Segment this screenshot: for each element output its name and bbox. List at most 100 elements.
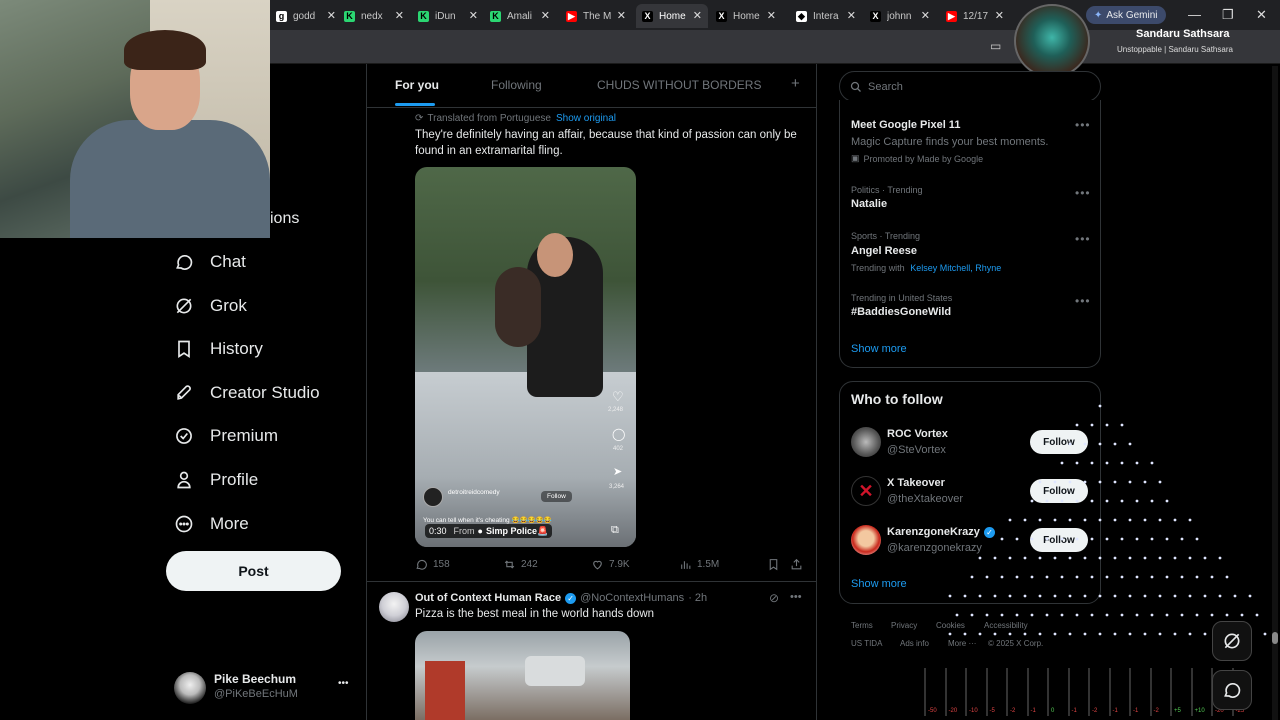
nav-item-grok[interactable]: Grok xyxy=(174,291,247,321)
messages-floating-button[interactable] xyxy=(1212,670,1252,710)
tab-close-icon[interactable]: ✕ xyxy=(995,9,1004,22)
post-button[interactable]: Post xyxy=(166,551,341,591)
mixer-meter xyxy=(965,668,967,716)
follow-name[interactable]: X Takeover xyxy=(887,477,945,489)
overlay-dot xyxy=(1143,518,1147,522)
like-action[interactable]: 7.9K xyxy=(591,558,630,571)
browser-tab[interactable]: ▶ The M ✕ xyxy=(560,4,632,28)
video-follow-button[interactable]: Follow xyxy=(541,491,572,502)
video-expand-icon[interactable]: ⧉ xyxy=(611,524,619,537)
tab-close-icon[interactable]: ✕ xyxy=(541,9,550,22)
trend-name[interactable]: Natalie xyxy=(851,198,887,210)
browser-tab[interactable]: ◆ Intera ✕ xyxy=(790,4,862,28)
follow-name[interactable]: ROC Vortex xyxy=(887,428,948,440)
browser-tab[interactable]: X Home ✕ xyxy=(710,4,782,28)
nav-item-history[interactable]: History xyxy=(174,334,263,364)
trend-name[interactable]: #BaddiesGoneWild xyxy=(851,306,951,318)
close-window-icon[interactable]: ✕ xyxy=(1256,7,1267,23)
video-comment-icon[interactable]: ◯ xyxy=(612,427,625,441)
follow-button[interactable]: Follow xyxy=(1030,479,1088,503)
tab-close-icon[interactable]: ✕ xyxy=(469,9,478,22)
search-input[interactable]: Search xyxy=(839,71,1101,102)
tab-for-you[interactable]: For you xyxy=(395,78,439,92)
bookmark-action[interactable] xyxy=(767,558,785,571)
trend-more-icon[interactable]: ••• xyxy=(1075,232,1091,246)
cast-icon[interactable]: ▭ xyxy=(990,39,1001,53)
trend-extra-row: Trending with Kelsey Mitchell, Rhyne xyxy=(851,263,1001,273)
post2-author-name[interactable]: Out of Context Human Race xyxy=(415,592,561,604)
account-switcher[interactable]: Pike Beechum @PiKeBeEcHuM ••• xyxy=(174,668,354,708)
overlay-dot xyxy=(1143,480,1147,484)
mixer-label: 0 xyxy=(1051,708,1055,714)
post2-more-icon[interactable]: ••• xyxy=(790,591,802,603)
browser-tab[interactable]: Xjohnn ✕ xyxy=(864,4,936,28)
footer-link[interactable]: Cookies xyxy=(936,621,965,630)
footer-link[interactable]: Terms xyxy=(851,621,873,630)
footer-link[interactable]: More ··· xyxy=(948,639,976,648)
post2-time[interactable]: · 2h xyxy=(688,592,707,604)
footer-link[interactable]: Accessibility xyxy=(984,621,1028,630)
tab-chuds-without-borders[interactable]: CHUDS WITHOUT BORDERS xyxy=(597,78,761,92)
post2-grok-icon[interactable]: ⊘ xyxy=(769,591,779,605)
trend-extra-links[interactable]: Kelsey Mitchell, Rhyne xyxy=(910,263,1001,273)
nav-item-profile[interactable]: Profile xyxy=(174,465,258,495)
video-source-name[interactable]: Simp Police🚨 xyxy=(486,526,548,537)
who-to-follow-show-more[interactable]: Show more xyxy=(851,578,907,590)
scrollbar-thumb[interactable] xyxy=(1272,632,1278,644)
reply-action[interactable]: 158 xyxy=(415,558,450,571)
video-like-icon[interactable]: ♡ xyxy=(612,389,624,405)
ask-gemini-button[interactable]: ✦ Ask Gemini xyxy=(1086,6,1166,24)
nav-item-chat[interactable]: Chat xyxy=(174,247,246,277)
repost-action[interactable]: 242 xyxy=(503,558,538,571)
post2-image[interactable] xyxy=(415,631,630,720)
scrollbar[interactable] xyxy=(1272,66,1278,720)
overlay-dot xyxy=(1083,632,1087,636)
browser-tab[interactable]: ▶ 12/17 ✕ xyxy=(940,4,1010,28)
trend-more-icon[interactable]: ••• xyxy=(1075,294,1091,308)
post-video[interactable]: ♡ 2,248 ◯ 402 ➤ 3,264 detroitreidcomedy … xyxy=(415,167,636,547)
views-action[interactable]: 1.5M xyxy=(679,558,719,571)
tab-close-icon[interactable]: ✕ xyxy=(327,9,336,22)
follow-button[interactable]: Follow xyxy=(1030,528,1088,552)
tab-close-icon[interactable]: ✕ xyxy=(767,9,776,22)
video-share-icon[interactable]: ➤ xyxy=(613,465,622,478)
grok-floating-button[interactable] xyxy=(1212,621,1252,661)
nav-item-creator-studio[interactable]: Creator Studio xyxy=(174,378,320,408)
tab-close-icon[interactable]: ✕ xyxy=(395,9,404,22)
tab-close-icon[interactable]: ✕ xyxy=(693,9,702,22)
follow-avatar-x-takeover[interactable]: ✕ xyxy=(851,476,881,506)
add-tab-icon[interactable]: + xyxy=(791,75,800,92)
account-menu-icon[interactable]: ••• xyxy=(338,678,349,689)
trends-show-more[interactable]: Show more xyxy=(851,343,907,355)
nav-item-more[interactable]: More xyxy=(174,509,249,539)
footer-link[interactable]: Privacy xyxy=(891,621,917,630)
post2-handle[interactable]: @NoContextHumans xyxy=(580,592,684,604)
minimize-icon[interactable]: — xyxy=(1188,7,1201,22)
footer-link[interactable]: Ads info xyxy=(900,639,929,648)
follow-button[interactable]: Follow xyxy=(1030,430,1088,454)
share-action[interactable] xyxy=(790,558,808,571)
follow-avatar-karenzgonekrazy[interactable] xyxy=(851,525,881,555)
follow-avatar-roc-vortex[interactable] xyxy=(851,427,881,457)
maximize-icon[interactable]: ❐ xyxy=(1222,7,1234,23)
trend-more-icon[interactable]: ••• xyxy=(1075,186,1091,200)
nav-item-premium[interactable]: Premium xyxy=(174,421,278,451)
tab-close-icon[interactable]: ✕ xyxy=(847,9,856,22)
ad-more-icon[interactable]: ••• xyxy=(1075,118,1091,132)
overlay-dot xyxy=(1120,537,1124,541)
tab-following[interactable]: Following xyxy=(491,78,542,92)
post2-avatar[interactable] xyxy=(379,592,409,622)
ad-title[interactable]: Meet Google Pixel 11 xyxy=(851,119,960,131)
tab-close-icon[interactable]: ✕ xyxy=(921,9,930,22)
browser-tab[interactable]: X Home ✕ xyxy=(636,4,708,28)
overlay-dot xyxy=(1240,613,1244,617)
footer-link[interactable]: US TIDA xyxy=(851,639,882,648)
browser-tab[interactable]: g godd ✕ xyxy=(270,4,342,28)
tab-close-icon[interactable]: ✕ xyxy=(617,9,626,22)
trend-name[interactable]: Angel Reese xyxy=(851,245,917,257)
browser-tab[interactable]: Knedx ✕ xyxy=(338,4,410,28)
browser-tab[interactable]: K Amali ✕ xyxy=(484,4,556,28)
browser-tab[interactable]: KiDun ✕ xyxy=(412,4,484,28)
follow-name[interactable]: KarenzgoneKrazy xyxy=(887,526,980,538)
show-original-link[interactable]: Show original xyxy=(556,113,616,124)
